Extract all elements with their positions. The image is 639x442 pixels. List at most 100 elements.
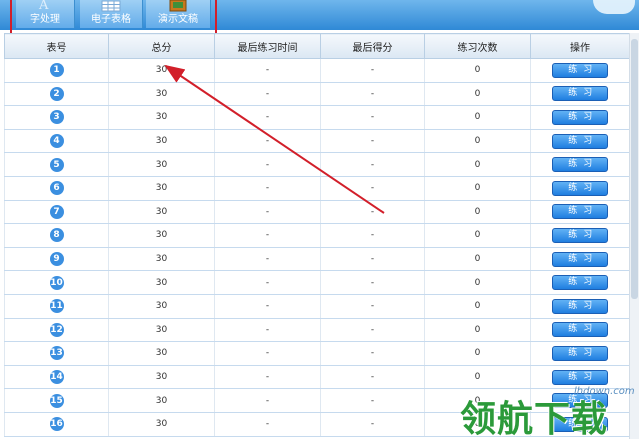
table-row: 3 30- -0 练习 xyxy=(4,105,630,130)
cell-action: 练习 xyxy=(530,58,630,83)
cell-number: 11 xyxy=(4,294,109,319)
practice-button[interactable]: 练习 xyxy=(552,275,609,291)
cell-total: 30 xyxy=(108,294,215,319)
table-row: 10 30- -0 练习 xyxy=(4,270,630,295)
cell-action: 练习 xyxy=(530,129,630,154)
cell-action: 练习 xyxy=(530,341,630,366)
practice-button[interactable]: 练习 xyxy=(552,251,609,267)
practice-button[interactable]: 练习 xyxy=(552,62,609,78)
cell-number: 7 xyxy=(4,200,109,225)
cell-count: 0 xyxy=(424,223,531,248)
cell-action: 练习 xyxy=(530,82,630,107)
number-badge: 13 xyxy=(49,346,64,361)
table-row: 8 30- -0 练习 xyxy=(4,223,630,248)
cell-number: 2 xyxy=(4,82,109,107)
practice-button[interactable]: 练习 xyxy=(552,86,609,102)
cell-last-time: - xyxy=(214,412,321,437)
number-badge: 16 xyxy=(49,417,64,432)
cell-number: 8 xyxy=(4,223,109,248)
cell-action: 练习 xyxy=(530,247,630,272)
number-badge: 4 xyxy=(49,134,64,149)
cell-last-time: - xyxy=(214,200,321,225)
cell-last-time: - xyxy=(214,318,321,343)
number-badge: 2 xyxy=(49,86,64,101)
number-badge: 10 xyxy=(49,275,64,290)
table-row: 4 30- -0 练习 xyxy=(4,129,630,154)
cell-last-score: - xyxy=(320,200,425,225)
top-toolbar: A 字处理 电子表格 演示文稿 xyxy=(0,0,639,30)
col-header-total: 总分 xyxy=(108,33,215,59)
cell-number: 16 xyxy=(4,412,109,437)
cell-last-score: - xyxy=(320,318,425,343)
cell-total: 30 xyxy=(108,388,215,413)
cell-number: 5 xyxy=(4,152,109,177)
practice-button[interactable]: 练习 xyxy=(552,157,609,173)
cell-number: 12 xyxy=(4,318,109,343)
cell-number: 13 xyxy=(4,341,109,366)
cell-total: 30 xyxy=(108,365,215,390)
tool-label: 字处理 xyxy=(30,14,60,25)
table-row: 12 30- -0 练习 xyxy=(4,318,630,343)
cell-total: 30 xyxy=(108,176,215,201)
practice-button[interactable]: 练习 xyxy=(552,322,609,338)
cell-last-time: - xyxy=(214,176,321,201)
cell-last-time: - xyxy=(214,341,321,366)
tool-presentation[interactable]: 演示文稿 xyxy=(146,0,211,28)
practice-button[interactable]: 练习 xyxy=(552,109,609,125)
cell-count: 0 xyxy=(424,247,531,272)
cell-last-score: - xyxy=(320,152,425,177)
cell-count: 0 xyxy=(424,105,531,130)
cell-last-time: - xyxy=(214,294,321,319)
cell-last-score: - xyxy=(320,388,425,413)
practice-button[interactable]: 练习 xyxy=(552,298,609,314)
table-row: 9 30- -0 练习 xyxy=(4,247,630,272)
scrollbar-thumb[interactable] xyxy=(631,39,638,299)
table-row: 1 30- -0 练习 xyxy=(4,58,630,83)
cell-count: 0 xyxy=(424,129,531,154)
table-row: 5 30- -0 练习 xyxy=(4,152,630,177)
cell-action: 练习 xyxy=(530,294,630,319)
cell-last-time: - xyxy=(214,152,321,177)
tool-spreadsheet[interactable]: 电子表格 xyxy=(80,0,143,28)
number-badge: 7 xyxy=(49,204,64,219)
cell-last-score: - xyxy=(320,129,425,154)
cell-last-time: - xyxy=(214,223,321,248)
cell-total: 30 xyxy=(108,341,215,366)
cell-total: 30 xyxy=(108,318,215,343)
table-row: 11 30- -0 练习 xyxy=(4,294,630,319)
tool-word-processor[interactable]: A 字处理 xyxy=(16,0,75,28)
cell-action: 练习 xyxy=(530,318,630,343)
cell-number: 10 xyxy=(4,270,109,295)
practice-button[interactable]: 练习 xyxy=(552,180,609,196)
cell-last-time: - xyxy=(214,105,321,130)
practice-button[interactable]: 练习 xyxy=(552,345,609,361)
cell-total: 30 xyxy=(108,58,215,83)
number-badge: 8 xyxy=(49,228,64,243)
vertical-scrollbar[interactable] xyxy=(629,33,639,439)
cell-total: 30 xyxy=(108,412,215,437)
cell-count: 0 xyxy=(424,341,531,366)
table-header-row: 表号 总分 最后练习时间 最后得分 练习次数 操作 xyxy=(4,33,630,59)
practice-button[interactable]: 练习 xyxy=(552,204,609,220)
cell-count: 0 xyxy=(424,82,531,107)
cell-last-score: - xyxy=(320,247,425,272)
cell-count: 0 xyxy=(424,270,531,295)
practice-button[interactable]: 练习 xyxy=(552,227,609,243)
cell-action: 练习 xyxy=(530,176,630,201)
cell-action: 练习 xyxy=(530,200,630,225)
col-header-action: 操作 xyxy=(530,33,630,59)
number-badge: 9 xyxy=(49,252,64,267)
cell-number: 6 xyxy=(4,176,109,201)
cell-count: 0 xyxy=(424,152,531,177)
cell-total: 30 xyxy=(108,82,215,107)
practice-button[interactable]: 练习 xyxy=(552,133,609,149)
cell-total: 30 xyxy=(108,152,215,177)
cell-last-score: - xyxy=(320,58,425,83)
table-row: 2 30- -0 练习 xyxy=(4,82,630,107)
col-header-count: 练习次数 xyxy=(424,33,531,59)
table-row: 7 30- -0 练习 xyxy=(4,200,630,225)
cell-last-score: - xyxy=(320,105,425,130)
table-row: 13 30- -0 练习 xyxy=(4,341,630,366)
cell-total: 30 xyxy=(108,129,215,154)
cell-last-score: - xyxy=(320,412,425,437)
